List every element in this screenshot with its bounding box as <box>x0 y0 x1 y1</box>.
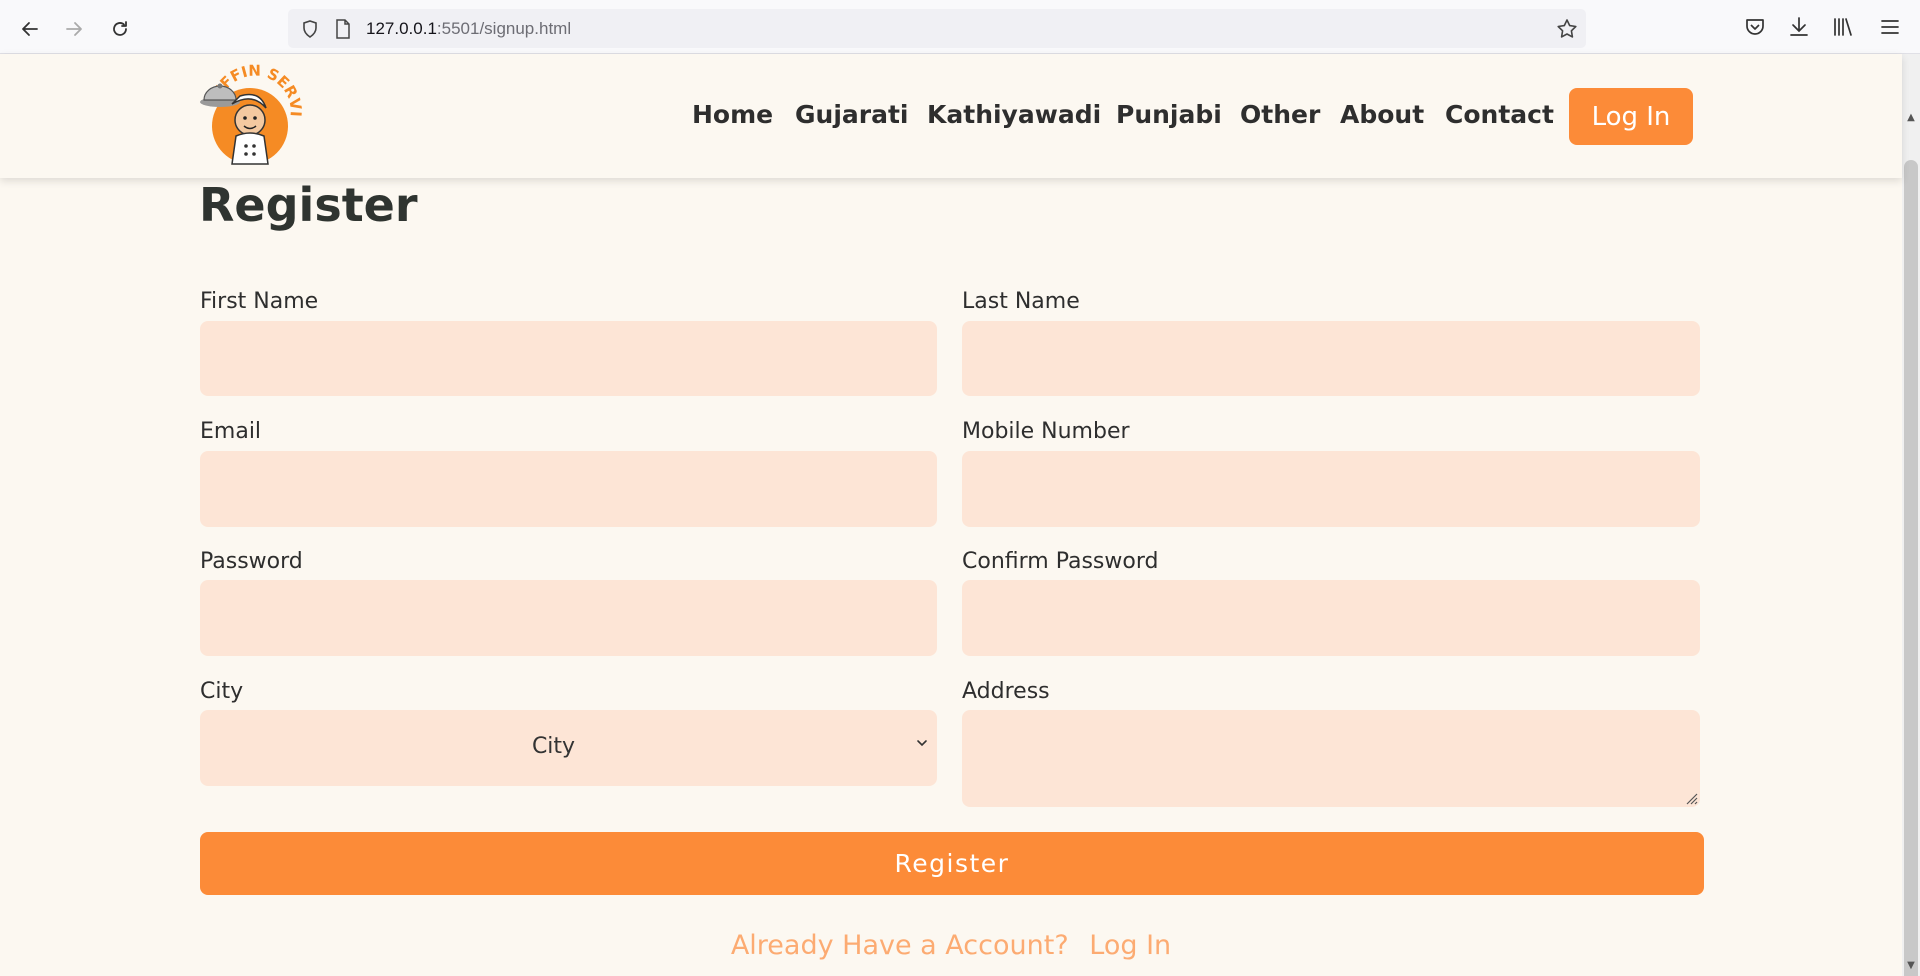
nav-gujarati[interactable]: Gujarati <box>795 100 908 129</box>
city-selected-value: City <box>531 734 576 759</box>
nav-other[interactable]: Other <box>1240 100 1320 129</box>
page-title: Register <box>199 178 418 232</box>
download-icon[interactable] <box>1787 15 1811 39</box>
back-arrow-icon <box>22 22 38 36</box>
password-input[interactable] <box>200 580 937 656</box>
confirm-password-input[interactable] <box>962 580 1700 656</box>
pocket-icon[interactable] <box>1743 15 1767 39</box>
city-select[interactable]: City <box>200 710 937 786</box>
forward-button[interactable] <box>57 12 91 46</box>
reload-icon <box>113 21 127 36</box>
last-name-label: Last Name <box>962 289 1080 314</box>
scroll-thumb[interactable] <box>1904 160 1918 976</box>
forward-arrow-icon <box>66 22 82 36</box>
city-label: City <box>200 679 244 704</box>
url-path: :5501/signup.html <box>436 19 572 38</box>
first-name-label: First Name <box>200 289 319 314</box>
address-label: Address <box>962 679 1050 704</box>
chevron-down-icon <box>917 740 927 747</box>
site-header: TIFFIN SERVICE Home Gujarati Kathiyawadi… <box>0 50 1902 178</box>
nav-kathiyawadi[interactable]: Kathiyawadi <box>927 100 1101 129</box>
bookmark-star-icon[interactable] <box>1556 18 1578 40</box>
mobile-number-label: Mobile Number <box>962 419 1130 444</box>
account-prompt-text: Already Have a Account? <box>730 930 1069 961</box>
library-icon[interactable] <box>1831 15 1855 39</box>
email-input[interactable] <box>200 451 937 527</box>
nav-home[interactable]: Home <box>692 100 773 129</box>
mobile-number-input[interactable] <box>962 451 1700 527</box>
nav-contact[interactable]: Contact <box>1445 100 1554 129</box>
menu-icon[interactable] <box>1878 15 1902 39</box>
url-host: 127.0.0.1 <box>366 19 437 38</box>
browser-toolbar: 127.0.0.1:5501/signup.html <box>0 0 1920 54</box>
header-login-button[interactable]: Log In <box>1569 88 1693 145</box>
scrollbar[interactable]: ▲ ▼ <box>1902 54 1920 976</box>
resize-grip-icon[interactable] <box>1682 789 1698 805</box>
account-prompt-line: Already Have a Account? Log In <box>0 930 1902 961</box>
register-button[interactable]: Register <box>200 832 1704 895</box>
password-label: Password <box>200 549 303 574</box>
shield-icon[interactable] <box>300 19 320 39</box>
scroll-up-arrow-icon[interactable]: ▲ <box>1905 112 1917 124</box>
nav-about[interactable]: About <box>1340 100 1424 129</box>
confirm-password-label: Confirm Password <box>962 549 1159 574</box>
address-bar[interactable]: 127.0.0.1:5501/signup.html <box>288 9 1586 48</box>
email-label: Email <box>200 419 262 444</box>
first-name-input[interactable] <box>200 321 937 396</box>
chef-logo-icon: TIFFIN SERVICE <box>192 50 305 165</box>
page-icon <box>336 19 350 39</box>
address-textarea[interactable] <box>962 710 1700 807</box>
back-button[interactable] <box>13 12 47 46</box>
login-link[interactable]: Log In <box>1089 930 1171 961</box>
nav-punjabi[interactable]: Punjabi <box>1116 100 1222 129</box>
last-name-input[interactable] <box>962 321 1700 396</box>
tiffin-service-logo[interactable]: TIFFIN SERVICE <box>192 50 305 168</box>
scroll-down-arrow-icon[interactable]: ▼ <box>1905 960 1917 972</box>
reload-button[interactable] <box>103 12 137 46</box>
url-text[interactable]: 127.0.0.1:5501/signup.html <box>366 19 571 39</box>
